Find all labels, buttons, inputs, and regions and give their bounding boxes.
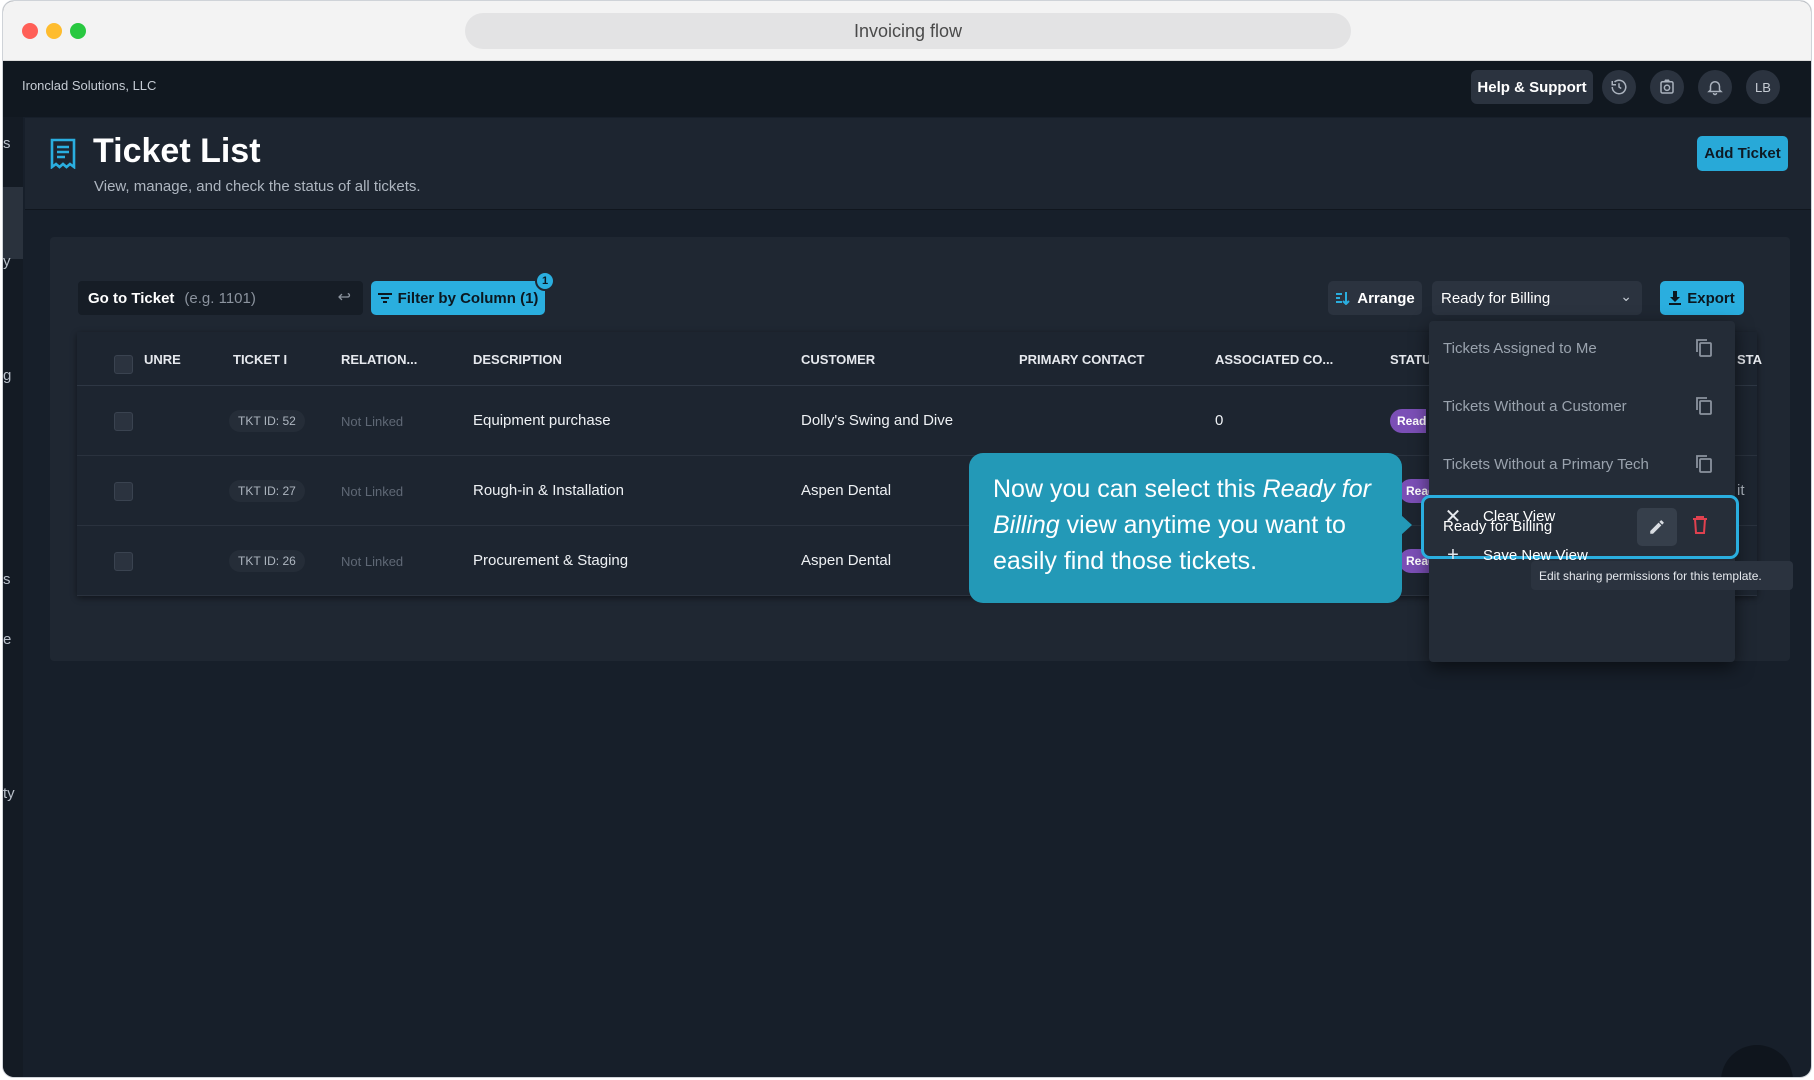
view-option-label: Tickets Assigned to Me — [1443, 340, 1597, 357]
sidebar-item-fragment[interactable]: e — [3, 631, 11, 648]
maximize-window-button[interactable] — [70, 23, 86, 39]
view-option-label: Tickets Without a Primary Tech — [1443, 456, 1649, 473]
clipped-cell-text: it — [1737, 482, 1745, 499]
filter-count-badge: 1 — [535, 271, 555, 291]
description-cell: Rough-in & Installation — [473, 482, 624, 499]
customer-cell: Aspen Dental — [801, 482, 892, 499]
filter-by-column-button[interactable]: Filter by Column (1) — [371, 281, 545, 315]
view-option[interactable]: Tickets Without a Customer — [1429, 379, 1735, 437]
copy-icon[interactable] — [1695, 396, 1713, 421]
arrange-icon — [1336, 292, 1350, 305]
column-header[interactable]: TICKET I — [233, 352, 287, 367]
column-header[interactable]: ASSOCIATED CO... — [1215, 352, 1333, 367]
organization-name: Ironclad Solutions, LLC — [22, 78, 157, 93]
support-widget-button[interactable] — [1721, 1045, 1793, 1077]
window-titlebar: Invoicing flow — [3, 1, 1811, 61]
minimize-window-button[interactable] — [46, 23, 62, 39]
sidebar-selected-item[interactable] — [3, 187, 23, 259]
column-header[interactable]: STATU — [1390, 352, 1431, 367]
chevron-down-icon: ⌄ — [1620, 288, 1632, 304]
description-cell: Equipment purchase — [473, 412, 611, 429]
ticket-id-chip: TKT ID: 52 — [229, 410, 305, 432]
camera-icon[interactable] — [1650, 70, 1684, 104]
column-header[interactable]: UNRE — [144, 352, 181, 367]
app-header: Ironclad Solutions, LLC Help & Support L… — [3, 61, 1811, 117]
column-header[interactable]: DESCRIPTION — [473, 352, 562, 367]
column-header[interactable]: STA — [1737, 352, 1762, 367]
view-option[interactable]: Tickets Assigned to Me — [1429, 321, 1735, 379]
saved-view-selected: Ready for Billing — [1441, 289, 1551, 307]
bell-icon[interactable] — [1698, 70, 1732, 104]
column-header[interactable]: RELATION... — [341, 352, 417, 367]
associated-count-cell: 0 — [1215, 412, 1224, 429]
user-avatar[interactable]: LB — [1746, 70, 1780, 104]
copy-icon[interactable] — [1695, 338, 1713, 363]
row-checkbox[interactable] — [114, 552, 133, 571]
page-header: Ticket List View, manage, and check the … — [25, 118, 1811, 210]
view-option[interactable]: Tickets Without a Primary Tech — [1429, 437, 1735, 495]
goto-ticket-label: Go to Ticket — [88, 289, 175, 307]
callout-text: Now you can select this — [993, 475, 1263, 503]
trash-icon[interactable] — [1692, 515, 1708, 540]
copy-icon[interactable] — [1695, 454, 1713, 479]
add-ticket-button[interactable]: Add Ticket — [1697, 136, 1788, 171]
page-subtitle: View, manage, and check the status of al… — [94, 178, 421, 195]
ticket-id-chip: TKT ID: 26 — [229, 550, 305, 572]
page-title: Ticket List — [93, 132, 261, 170]
browser-window: Invoicing flow Ironclad Solutions, LLC H… — [2, 0, 1812, 1078]
receipt-icon — [49, 137, 77, 174]
clear-view-label: Clear View — [1483, 508, 1556, 525]
sidebar-item-fragment[interactable]: s — [3, 571, 11, 588]
download-icon — [1669, 291, 1682, 305]
saved-views-dropdown: Tickets Assigned to Me Tickets Without a… — [1421, 321, 1739, 662]
tutorial-callout: Now you can select this Ready for Billin… — [969, 453, 1412, 603]
description-cell: Procurement & Staging — [473, 552, 629, 569]
row-checkbox[interactable] — [114, 482, 133, 501]
edit-view-button[interactable] — [1637, 508, 1677, 546]
view-option-label: Tickets Without a Customer — [1443, 398, 1627, 415]
history-icon[interactable] — [1602, 70, 1636, 104]
collapsed-sidebar: s y g s e ty — [3, 117, 23, 1077]
arrange-label: Arrange — [1357, 289, 1415, 307]
export-label: Export — [1687, 289, 1735, 307]
clear-view-button[interactable]: ✕ Clear View — [1443, 504, 1556, 529]
customer-cell: Dolly's Swing and Dive — [801, 412, 954, 429]
sidebar-item-fragment[interactable]: s — [3, 135, 11, 152]
column-header[interactable]: CUSTOMER — [801, 352, 875, 367]
column-header[interactable]: PRIMARY CONTACT — [1019, 352, 1144, 367]
window-title-bar[interactable]: Invoicing flow — [465, 13, 1351, 49]
close-icon: ✕ — [1444, 506, 1462, 528]
enter-icon[interactable]: ↩ — [338, 287, 351, 307]
plus-icon: + — [1447, 544, 1459, 566]
relation-cell: Not Linked — [341, 484, 404, 499]
select-all-checkbox[interactable] — [114, 355, 133, 374]
filter-icon — [377, 293, 392, 303]
close-window-button[interactable] — [22, 23, 38, 39]
filter-button-label: Filter by Column (1) — [397, 289, 539, 307]
sidebar-item-fragment[interactable]: g — [3, 367, 11, 384]
help-support-button[interactable]: Help & Support — [1471, 70, 1593, 104]
status-badge: Ready — [1390, 409, 1426, 433]
row-checkbox[interactable] — [114, 412, 133, 431]
export-button[interactable]: Export — [1660, 281, 1744, 315]
edit-permissions-tooltip: Edit sharing permissions for this templa… — [1531, 561, 1793, 590]
ticket-id-chip: TKT ID: 27 — [229, 480, 305, 502]
goto-ticket-input[interactable]: Go to Ticket (e.g. 1101) ↩ — [78, 281, 363, 315]
customer-cell: Aspen Dental — [801, 552, 892, 569]
relation-cell: Not Linked — [341, 554, 404, 569]
sidebar-item-fragment[interactable]: ty — [3, 785, 15, 802]
pencil-icon — [1650, 520, 1664, 534]
goto-ticket-placeholder: (e.g. 1101) — [184, 289, 256, 307]
sidebar-item-fragment[interactable]: y — [3, 253, 11, 270]
relation-cell: Not Linked — [341, 414, 404, 429]
saved-view-select[interactable]: Ready for Billing ⌄ — [1432, 281, 1642, 315]
arrange-button[interactable]: Arrange — [1328, 281, 1422, 315]
